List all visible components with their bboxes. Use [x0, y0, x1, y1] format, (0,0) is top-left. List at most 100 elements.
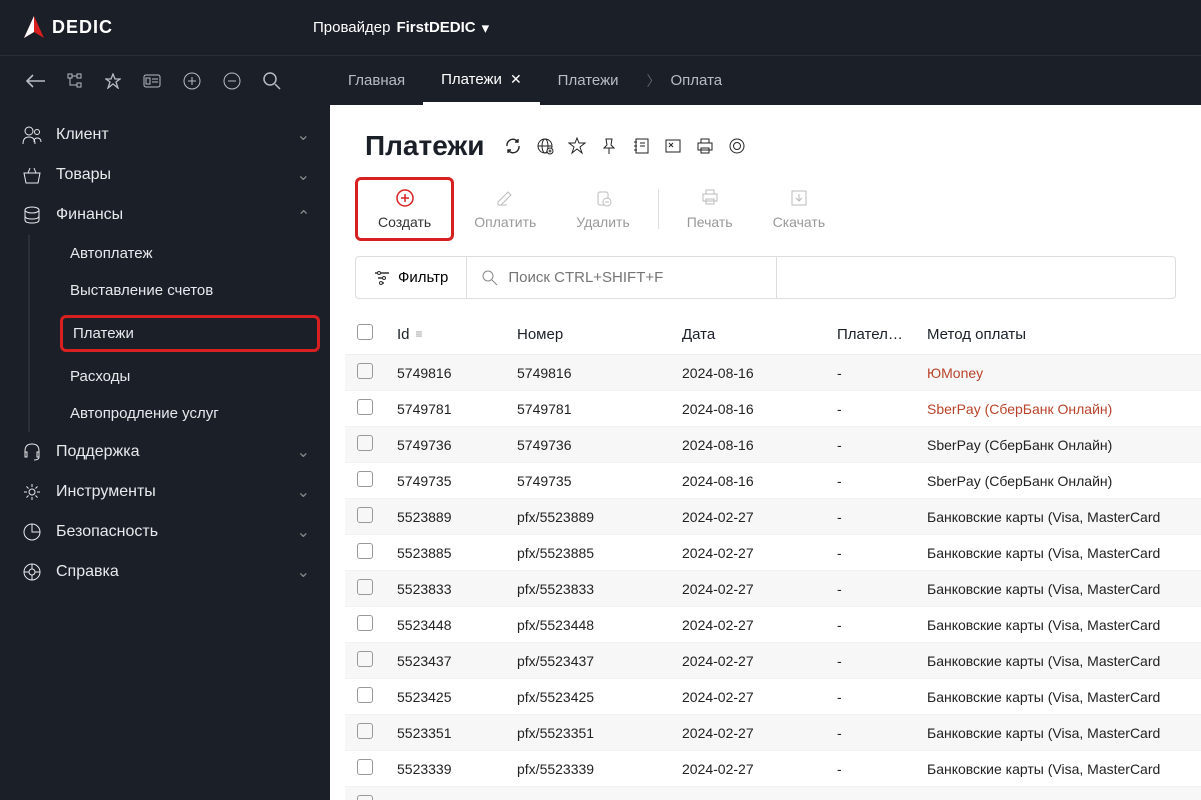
sidebar-item-help[interactable]: Справка ⌄ — [0, 552, 330, 592]
table-row[interactable]: 5749816 5749816 2024-08-16 - ЮMoney — [345, 355, 1201, 391]
globe-icon[interactable] — [536, 137, 554, 155]
tab-label: Платежи — [441, 71, 502, 88]
tab-payments-active[interactable]: Платежи ✕ — [423, 56, 540, 105]
sub-item-payments[interactable]: Платежи — [60, 315, 320, 352]
provider-label: Провайдер — [313, 19, 390, 36]
sub-item-expenses[interactable]: Расходы — [60, 358, 330, 395]
row-checkbox[interactable] — [357, 507, 373, 523]
printer-icon[interactable] — [696, 137, 714, 155]
table-row[interactable]: 5523833 pfx/5523833 2024-02-27 - Банковс… — [345, 571, 1201, 607]
plus-circle-icon[interactable] — [183, 72, 201, 90]
logo[interactable]: DEDIC — [20, 14, 113, 42]
row-checkbox[interactable] — [357, 795, 373, 800]
select-all-checkbox[interactable] — [357, 324, 373, 340]
search-icon[interactable] — [263, 72, 281, 90]
filter-button[interactable]: Фильтр — [356, 257, 467, 298]
cell-id: 5523425 — [385, 679, 505, 715]
cell-method: Банковские карты (Visa, MasterCard — [915, 535, 1201, 571]
star-outline-icon[interactable] — [568, 137, 586, 155]
sort-icon[interactable]: ≡ — [416, 327, 423, 341]
sidebar-item-support[interactable]: Поддержка ⌄ — [0, 432, 330, 472]
tabs: Главная Платежи ✕ Платежи 〉 Оплата — [330, 56, 740, 105]
row-checkbox[interactable] — [357, 363, 373, 379]
table-row[interactable]: 5523351 pfx/5523351 2024-02-27 - Банковс… — [345, 715, 1201, 751]
th-id[interactable]: Id — [397, 326, 410, 343]
sub-item-invoicing[interactable]: Выставление счетов — [60, 272, 330, 309]
table-container: Id ≡ Номер Дата Плател… Метод оплаты 5749… — [345, 314, 1201, 800]
action-label: Удалить — [576, 214, 629, 230]
notebook-icon[interactable] — [632, 137, 650, 155]
row-checkbox[interactable] — [357, 651, 373, 667]
back-icon[interactable] — [25, 74, 45, 88]
table-row[interactable]: 5523339 pfx/5523339 2024-02-27 - Банковс… — [345, 751, 1201, 787]
cell-id: 5523437 — [385, 643, 505, 679]
row-checkbox[interactable] — [357, 723, 373, 739]
cell-method: Банковские карты (Visa, MasterCard — [915, 499, 1201, 535]
filter-icon — [374, 270, 390, 286]
basket-icon — [20, 165, 44, 185]
sidebar-item-products[interactable]: Товары ⌄ — [0, 155, 330, 195]
refresh-icon[interactable] — [504, 137, 522, 155]
table-row[interactable]: 5523889 pfx/5523889 2024-02-27 - Банковс… — [345, 499, 1201, 535]
table-row[interactable]: 5749735 5749735 2024-08-16 - SberPay (Сб… — [345, 463, 1201, 499]
sidebar-item-label: Клиент — [56, 126, 297, 144]
actions-bar: Создать Оплатить Удалить Печать Скачать — [330, 177, 1201, 256]
sub-item-autopay[interactable]: Автоплатеж — [60, 235, 330, 272]
sidebar-item-client[interactable]: Клиент ⌄ — [0, 115, 330, 155]
sub-item-renewal[interactable]: Автопродление услуг — [60, 395, 330, 432]
cell-number: 5749781 — [505, 391, 670, 427]
delete-button[interactable]: Удалить — [556, 180, 649, 238]
tree-icon[interactable] — [67, 73, 83, 89]
sidebar-item-security[interactable]: Безопасность ⌄ — [0, 512, 330, 552]
table-row[interactable]: 5523448 pfx/5523448 2024-02-27 - Банковс… — [345, 607, 1201, 643]
row-checkbox[interactable] — [357, 687, 373, 703]
target-icon[interactable] — [728, 137, 746, 155]
id-card-icon[interactable] — [143, 74, 161, 88]
provider-name: FirstDEDIC — [396, 19, 475, 36]
row-checkbox[interactable] — [357, 579, 373, 595]
search-input[interactable] — [508, 269, 761, 286]
table-row[interactable]: 5523437 pfx/5523437 2024-02-27 - Банковс… — [345, 643, 1201, 679]
edit-icon — [495, 188, 515, 208]
cell-date: 2024-02-27 — [670, 787, 825, 800]
cell-method: Банковские карты (Visa, MasterCard — [915, 643, 1201, 679]
row-checkbox[interactable] — [357, 759, 373, 775]
row-checkbox[interactable] — [357, 399, 373, 415]
download-button[interactable]: Скачать — [753, 180, 846, 238]
tab-home[interactable]: Главная — [330, 56, 423, 105]
table-row[interactable]: 5523288 pfx/5523288 2024-02-27 - Банковс… — [345, 787, 1201, 800]
sidebar-item-finance[interactable]: Финансы ⌄ — [0, 195, 330, 235]
row-checkbox[interactable] — [357, 435, 373, 451]
table-row[interactable]: 5523425 pfx/5523425 2024-02-27 - Банковс… — [345, 679, 1201, 715]
row-checkbox[interactable] — [357, 543, 373, 559]
star-icon[interactable] — [105, 73, 121, 89]
print-button[interactable]: Печать — [667, 180, 753, 238]
sidebar-item-tools[interactable]: Инструменты ⌄ — [0, 472, 330, 512]
th-number[interactable]: Номер — [505, 314, 670, 355]
sidebar-item-label: Инструменты — [56, 483, 297, 501]
filter-label: Фильтр — [398, 269, 448, 286]
breadcrumb-payment[interactable]: Оплата — [671, 56, 741, 105]
breadcrumb-payments[interactable]: Платежи — [540, 56, 637, 105]
row-checkbox[interactable] — [357, 471, 373, 487]
trash-icon — [593, 188, 613, 208]
close-icon[interactable]: ✕ — [510, 71, 522, 88]
th-method[interactable]: Метод оплаты — [915, 314, 1201, 355]
create-button[interactable]: Создать — [355, 177, 454, 241]
cell-method: Банковские карты (Visa, MasterCard — [915, 607, 1201, 643]
cell-date: 2024-02-27 — [670, 679, 825, 715]
image-x-icon[interactable] — [664, 137, 682, 155]
table-row[interactable]: 5523885 pfx/5523885 2024-02-27 - Банковс… — [345, 535, 1201, 571]
minus-circle-icon[interactable] — [223, 72, 241, 90]
th-date[interactable]: Дата — [670, 314, 825, 355]
th-payer[interactable]: Плател… — [825, 314, 915, 355]
row-checkbox[interactable] — [357, 615, 373, 631]
table-row[interactable]: 5749736 5749736 2024-08-16 - SberPay (Сб… — [345, 427, 1201, 463]
cell-date: 2024-02-27 — [670, 715, 825, 751]
pay-button[interactable]: Оплатить — [454, 180, 556, 238]
cell-number: pfx/5523833 — [505, 571, 670, 607]
provider-select[interactable]: Провайдер FirstDEDIC ▾ — [313, 19, 489, 37]
pin-icon[interactable] — [600, 137, 618, 155]
table-row[interactable]: 5749781 5749781 2024-08-16 - SberPay (Сб… — [345, 391, 1201, 427]
search-box[interactable] — [467, 257, 777, 298]
